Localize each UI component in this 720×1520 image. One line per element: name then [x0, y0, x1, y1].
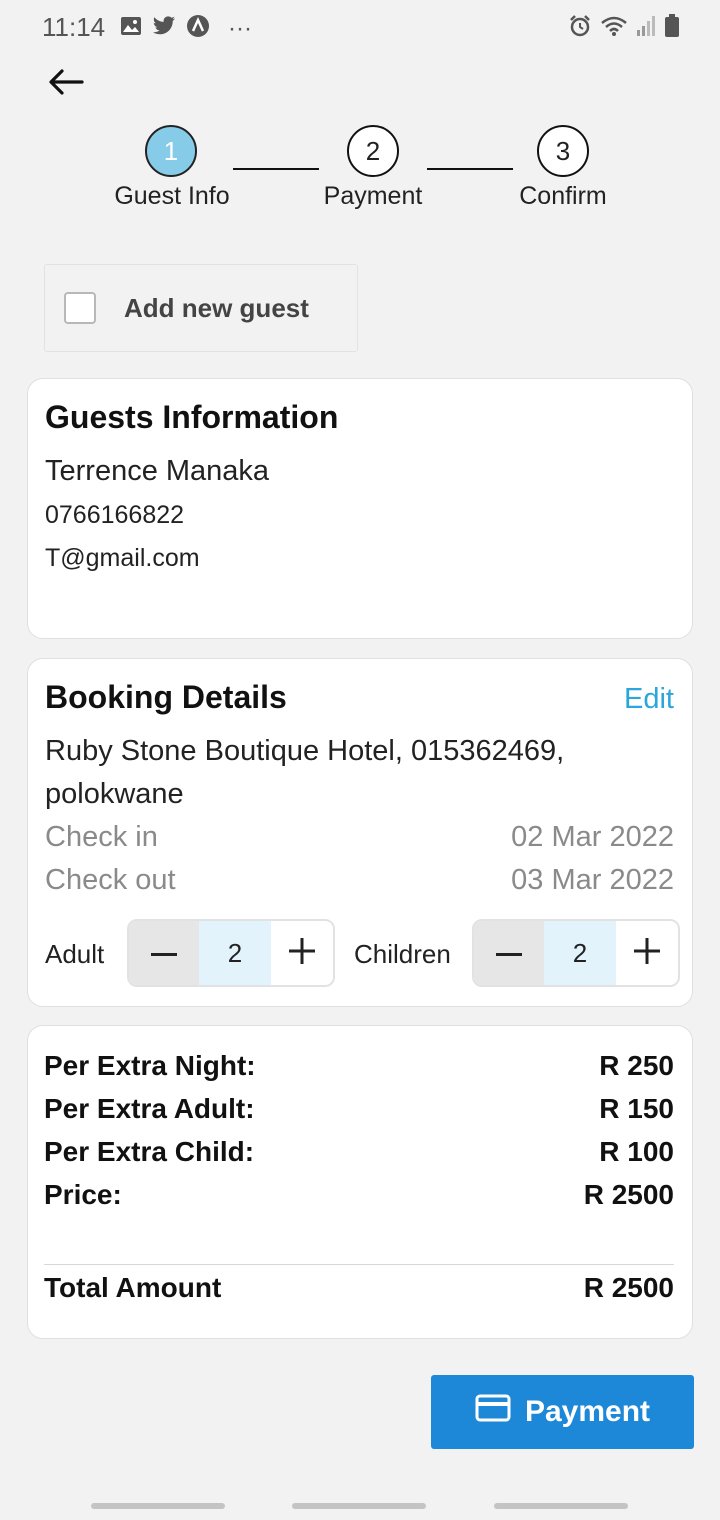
- adult-decrement-button[interactable]: [129, 921, 199, 985]
- children-increment-button[interactable]: [616, 921, 678, 985]
- battery-icon: [664, 14, 680, 43]
- price-row-price: Price: R 2500: [44, 1179, 674, 1211]
- children-stepper: 2: [472, 919, 680, 987]
- booking-card-title: Booking Details: [45, 679, 287, 715]
- credit-card-icon: [475, 1394, 511, 1430]
- step-1-label: Guest Info: [114, 182, 230, 210]
- price-value: R 2500: [583, 1179, 674, 1210]
- signal-icon: [636, 15, 656, 42]
- guests-information-card: Guests Information Terrence Manaka 07661…: [27, 378, 693, 639]
- status-time: 11:14: [42, 12, 106, 42]
- add-guest-label: Add new guest: [124, 292, 309, 323]
- hotel-info-line1: Ruby Stone Boutique Hotel, 015362469,: [45, 735, 565, 767]
- edit-booking-link[interactable]: Edit: [624, 683, 674, 716]
- payment-button[interactable]: Payment: [431, 1375, 694, 1449]
- step-3-circle: 3: [537, 125, 589, 177]
- wifi-icon: [600, 15, 628, 42]
- total-amount-row: Total Amount R 2500: [44, 1272, 674, 1304]
- step-2-label: Payment: [323, 182, 423, 210]
- price-row-extra-child: Per Extra Child: R 100: [44, 1136, 674, 1168]
- status-right-icons: [568, 14, 680, 43]
- back-button[interactable]: [44, 62, 88, 106]
- nav-home-button[interactable]: [292, 1503, 426, 1509]
- plus-icon: [289, 937, 315, 969]
- price-row-extra-adult: Per Extra Adult: R 150: [44, 1093, 674, 1125]
- nav-back-button[interactable]: [494, 1503, 628, 1509]
- adult-label: Adult: [45, 939, 105, 969]
- adult-increment-button[interactable]: [271, 921, 333, 985]
- check-in-date: 02 Mar 2022: [511, 821, 674, 853]
- step-2-circle: 2: [347, 125, 399, 177]
- step-connector: [427, 168, 513, 170]
- step-3-label: Confirm: [519, 182, 607, 210]
- price-row-extra-night: Per Extra Night: R 250: [44, 1050, 674, 1082]
- price-value: R 150: [599, 1093, 674, 1124]
- status-left-icons: ···: [120, 14, 252, 43]
- minus-icon: [496, 944, 522, 962]
- arrow-left-icon: [48, 68, 84, 101]
- children-label: Children: [354, 939, 451, 969]
- total-divider: [44, 1264, 674, 1265]
- plus-icon: [634, 937, 660, 969]
- step-1-circle: 1: [145, 125, 197, 177]
- total-label: Total Amount: [44, 1272, 222, 1303]
- check-out-date: 03 Mar 2022: [511, 864, 674, 896]
- more-notifications: ···: [228, 14, 252, 42]
- app-icon: [186, 14, 210, 43]
- add-new-guest-toggle[interactable]: Add new guest: [44, 264, 358, 352]
- check-in-label: Check in: [45, 821, 158, 853]
- total-value: R 2500: [583, 1272, 674, 1303]
- add-guest-checkbox[interactable]: [64, 292, 96, 324]
- price-label: Price:: [44, 1179, 122, 1210]
- guest-phone: 0766166822: [45, 501, 185, 529]
- adult-count: 2: [199, 921, 271, 985]
- guest-email: T@gmail.com: [45, 544, 200, 572]
- alarm-icon: [568, 14, 592, 43]
- price-label: Per Extra Adult:: [44, 1093, 255, 1124]
- children-decrement-button[interactable]: [474, 921, 544, 985]
- adult-stepper: 2: [127, 919, 335, 987]
- price-value: R 250: [599, 1050, 674, 1081]
- nav-recents-button[interactable]: [91, 1503, 225, 1509]
- booking-details-card: Booking Details Edit Ruby Stone Boutique…: [27, 658, 693, 1007]
- twitter-icon: [152, 16, 176, 41]
- price-label: Per Extra Night:: [44, 1050, 256, 1081]
- children-count: 2: [544, 921, 616, 985]
- guest-name: Terrence Manaka: [45, 455, 270, 487]
- check-out-label: Check out: [45, 864, 176, 896]
- price-value: R 100: [599, 1136, 674, 1167]
- price-label: Per Extra Child:: [44, 1136, 255, 1167]
- step-connector: [233, 168, 319, 170]
- guests-card-title: Guests Information: [45, 399, 339, 435]
- image-icon: [120, 16, 142, 41]
- minus-icon: [151, 944, 177, 962]
- payment-button-label: Payment: [524, 1395, 651, 1428]
- hotel-info-line2: polokwane: [45, 778, 184, 810]
